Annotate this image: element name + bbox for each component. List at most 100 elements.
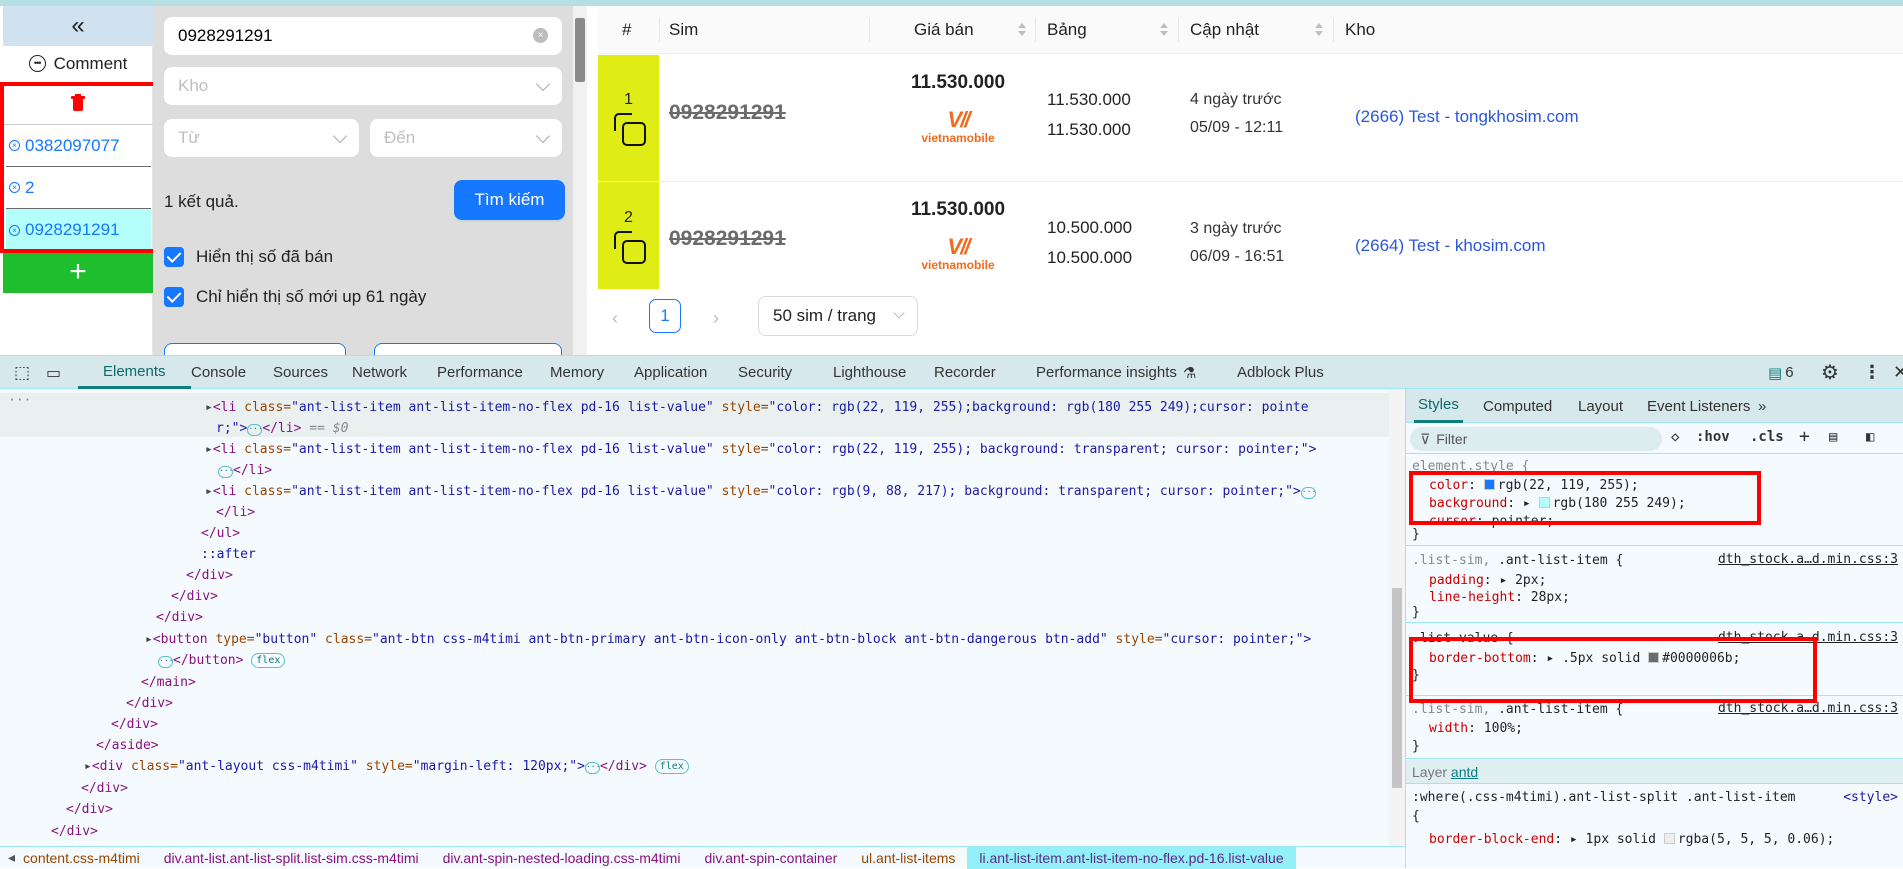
new-style-rule-icon[interactable]: +: [1799, 426, 1810, 447]
scrollbar-thumb[interactable]: [575, 18, 585, 82]
dom-node-ant-layout[interactable]: ▸<div class="ant-layout css-m4timi" styl…: [84, 756, 689, 777]
sort-icon[interactable]: [1018, 23, 1026, 37]
tab-computed[interactable]: Computed: [1483, 389, 1552, 423]
more-icon[interactable]: ···: [8, 390, 31, 411]
column-header-updated[interactable]: Cập nhật: [1190, 6, 1259, 54]
sim-number[interactable]: 0928291291: [669, 227, 786, 251]
dom-node-main-close: </main>: [141, 675, 196, 690]
copy-icon[interactable]: [613, 113, 646, 146]
add-button[interactable]: +: [3, 250, 153, 293]
styles-filter-input[interactable]: ⊽ Filter: [1410, 427, 1662, 451]
message-icon: ▤: [1768, 364, 1783, 382]
elements-tree[interactable]: ··· ▸<li class="ant-list-item ant-list-i…: [0, 389, 1389, 846]
inspect-element-icon[interactable]: ⬚: [14, 356, 30, 389]
tab-application[interactable]: Application: [634, 356, 707, 389]
stylesheet-link[interactable]: dth_stock.a…d.min.css:3: [1718, 701, 1898, 716]
issues-badge[interactable]: ▤ 6: [1768, 356, 1794, 389]
carrier-logo: V// vietnamobile: [908, 236, 1008, 273]
page-size-select[interactable]: 50 sim / trang: [758, 296, 918, 336]
warehouse-link[interactable]: (2666) Test - tongkhosim.com: [1355, 107, 1579, 127]
more-tabs-icon[interactable]: »: [1758, 389, 1766, 423]
flex-badge: flex: [251, 653, 286, 668]
collapse-sidebar-button[interactable]: «: [3, 6, 153, 46]
next-page-button[interactable]: ›: [713, 308, 719, 329]
chevron-down-icon: [535, 128, 551, 144]
tab-event-listeners[interactable]: Event Listeners: [1647, 389, 1750, 423]
page-1-button[interactable]: 1: [649, 299, 681, 333]
cls-toggle[interactable]: .cls: [1750, 429, 1784, 445]
dom-node-li[interactable]: ▸<li class="ant-list-item ant-list-item-…: [205, 481, 1316, 502]
stylesheet-link[interactable]: <style>: [1843, 790, 1898, 805]
clear-icon[interactable]: ×: [533, 28, 548, 43]
search-input[interactable]: 0928291291 ×: [164, 17, 562, 55]
tab-elements[interactable]: Elements: [78, 356, 191, 389]
style-declaration-border-block-end[interactable]: border-block-end: ▸ 1px solid rgba(5, 5,…: [1429, 830, 1834, 850]
device-toolbar-icon[interactable]: ▭: [46, 356, 61, 389]
style-declaration-width[interactable]: width: 100%;: [1429, 719, 1523, 739]
double-chevron-left-icon: «: [71, 12, 85, 39]
close-devtools-icon[interactable]: ✕: [1893, 356, 1903, 389]
column-header-bang[interactable]: Bảng: [1047, 6, 1087, 54]
tab-performance[interactable]: Performance: [437, 356, 523, 389]
dom-node-li-selected[interactable]: ▸<li class="ant-list-item ant-list-item-…: [205, 397, 1309, 418]
tab-layout[interactable]: Layout: [1578, 389, 1623, 423]
checkbox-checked-icon[interactable]: [164, 287, 184, 307]
settings-gear-icon[interactable]: ⚙: [1821, 356, 1839, 389]
sort-icon[interactable]: [1315, 23, 1323, 37]
tab-sources[interactable]: Sources: [273, 356, 328, 389]
from-placeholder: Từ: [178, 128, 200, 147]
breadcrumb-item[interactable]: div.ant-spin-container: [692, 850, 849, 866]
dom-node-button[interactable]: ▸<button type="button" class="ant-btn cs…: [145, 629, 1311, 650]
prev-page-button[interactable]: ‹: [612, 308, 618, 329]
toggle-sidebar-icon[interactable]: ◧: [1866, 429, 1874, 445]
column-header-price[interactable]: Giá bán: [914, 6, 974, 54]
breadcrumb-item[interactable]: content.css-m4timi: [23, 850, 152, 866]
copy-icon[interactable]: [613, 230, 646, 264]
to-placeholder: Đến: [384, 128, 416, 147]
warehouse-select[interactable]: Kho: [164, 67, 562, 105]
rendering-emulation-icon[interactable]: ◇: [1671, 429, 1679, 445]
filter-scrollbar[interactable]: [573, 6, 587, 355]
tab-adblock-plus[interactable]: Adblock Plus: [1237, 356, 1324, 389]
tab-console[interactable]: Console: [191, 356, 246, 389]
comment-button[interactable]: ••• Comment: [3, 46, 153, 81]
breadcrumb-item-active[interactable]: li.ant-list-item.ant-list-item-no-flex.p…: [967, 846, 1296, 869]
tab-memory[interactable]: Memory: [550, 356, 604, 389]
breadcrumb-item[interactable]: ul.ant-list-items: [849, 850, 967, 866]
table-row[interactable]: 1 0928291291 11.530.000 V// vietnamobile…: [598, 55, 1903, 182]
bang-value: 10.500.000: [1047, 218, 1133, 237]
checkbox-show-sold[interactable]: Hiển thị số đã bán: [164, 247, 333, 267]
scroll-left-icon[interactable]: ◂: [0, 849, 23, 866]
style-declaration-line-height[interactable]: line-height: 28px;: [1429, 588, 1570, 608]
hov-toggle[interactable]: :hov: [1696, 429, 1730, 445]
tab-lighthouse[interactable]: Lighthouse: [833, 356, 906, 389]
dom-pseudo-after[interactable]: ::after: [201, 544, 256, 565]
tab-styles[interactable]: Styles: [1414, 389, 1463, 423]
bang-values: 11.530.000 11.530.000: [1047, 85, 1131, 145]
from-select[interactable]: Từ: [164, 119, 359, 157]
styles-tabbar: Styles Computed Layout Event Listeners »: [1406, 389, 1903, 423]
breadcrumb-item[interactable]: div.ant-list.ant-list-split.list-sim.css…: [152, 850, 431, 866]
paint-brush-icon[interactable]: ▤: [1829, 429, 1837, 445]
tab-security[interactable]: Security: [738, 356, 792, 389]
tab-performance-insights[interactable]: Performance insights ⚗: [1036, 356, 1196, 389]
to-select[interactable]: Đến: [370, 119, 562, 157]
elements-scrollbar[interactable]: [1389, 389, 1405, 846]
scrollbar-thumb[interactable]: [1392, 588, 1402, 788]
tab-recorder[interactable]: Recorder: [934, 356, 996, 389]
stylesheet-link[interactable]: dth_stock.a…d.min.css:3: [1718, 552, 1898, 567]
table-row[interactable]: 2 0928291291 11.530.000 V// vietnamobile…: [598, 182, 1903, 289]
tab-network[interactable]: Network: [352, 356, 407, 389]
dom-breadcrumb: ◂ content.css-m4timi div.ant-list.ant-li…: [0, 846, 1405, 869]
chevron-down-icon: [332, 128, 348, 144]
more-options-icon[interactable]: ⋮: [1863, 356, 1881, 389]
sim-number[interactable]: 0928291291: [669, 101, 786, 125]
dom-node-li[interactable]: ▸<li class="ant-list-item ant-list-item-…: [205, 439, 1316, 460]
checkbox-new-61-days[interactable]: Chỉ hiển thị số mới up 61 ngày: [164, 287, 426, 307]
sort-icon[interactable]: [1160, 23, 1168, 37]
layer-link[interactable]: antd: [1451, 764, 1478, 780]
warehouse-link[interactable]: (2664) Test - khosim.com: [1355, 236, 1546, 256]
checkbox-checked-icon[interactable]: [164, 247, 184, 267]
search-button[interactable]: Tìm kiếm: [454, 180, 565, 220]
breadcrumb-item[interactable]: div.ant-spin-nested-loading.css-m4timi: [431, 850, 693, 866]
